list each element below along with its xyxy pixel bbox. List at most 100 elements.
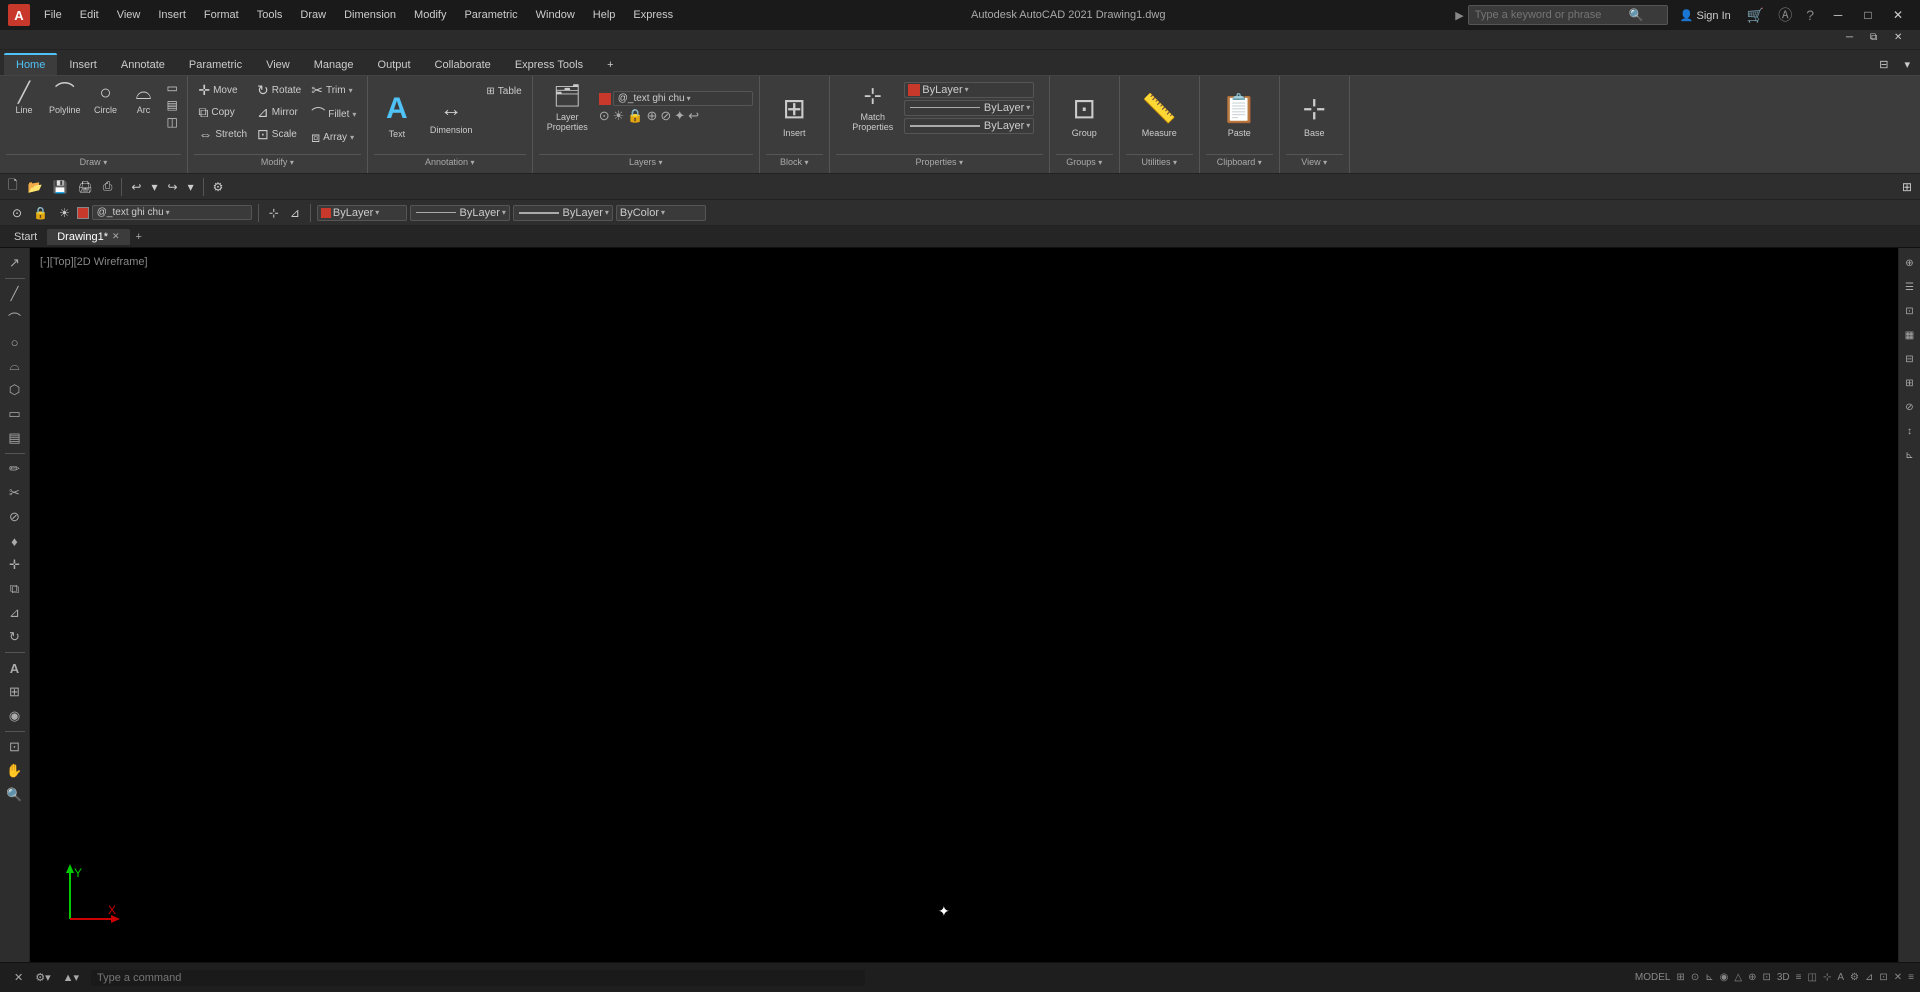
lt-circle[interactable]: ○ (4, 331, 26, 353)
lt-xref[interactable]: ◉ (4, 705, 26, 727)
layer-tools-btn2[interactable]: 🔒 (29, 204, 52, 222)
command-settings-btn[interactable]: ⚙▾ (31, 969, 54, 986)
command-expand-btn[interactable]: ▲▾ (59, 969, 83, 986)
layer-walk-btn[interactable]: ⊿ (286, 204, 304, 222)
search-input[interactable] (1475, 9, 1625, 21)
rt-btn2[interactable]: ☰ (1899, 276, 1920, 298)
layer-btn3[interactable]: 🔒 (627, 108, 643, 124)
lt-extend[interactable]: ⊘ (4, 506, 26, 528)
measure-button[interactable]: 📏 Measure (1134, 80, 1185, 150)
rt-btn9[interactable]: ⊾ (1899, 444, 1920, 466)
status-annotation[interactable]: A (1837, 972, 1844, 983)
lt-arc[interactable]: ⌓ (4, 355, 26, 377)
rotate-button[interactable]: ↻ Rotate (253, 80, 305, 101)
tab-express-tools[interactable]: Express Tools (503, 55, 595, 75)
command-input[interactable] (91, 970, 865, 986)
base-button[interactable]: ⊹ Base (1291, 80, 1337, 150)
inner-minimize[interactable]: ─ (1846, 32, 1868, 48)
block-group-label[interactable]: Block ▾ (766, 154, 823, 169)
line-button[interactable]: ╱ Line (6, 80, 42, 118)
tab-drawing1-close[interactable]: ✕ (112, 231, 120, 242)
canvas-area[interactable]: [-][Top][2D Wireframe] Y X ✦ (30, 248, 1898, 962)
menu-format[interactable]: Format (196, 7, 247, 23)
menu-window[interactable]: Window (528, 7, 583, 23)
arc-button[interactable]: ⌓ Arc (126, 80, 162, 118)
scale-button[interactable]: ⊡ Scale (253, 124, 305, 145)
properties-group-label[interactable]: Properties ▾ (836, 154, 1043, 169)
save-btn[interactable]: 💾 (49, 178, 72, 196)
linetype-dropdown[interactable]: ByLayer ▾ (904, 100, 1034, 116)
status-snap[interactable]: ⊙ (1691, 972, 1699, 983)
gradient-button[interactable]: ◫ (164, 114, 181, 130)
mirror-button[interactable]: ⊿ Mirror (253, 102, 305, 123)
menu-tools[interactable]: Tools (249, 7, 291, 23)
paste-button[interactable]: 📋 Paste (1214, 80, 1265, 150)
lt-hatch[interactable]: ▤ (4, 427, 26, 449)
redo-dropdown-btn[interactable]: ▾ (184, 178, 198, 196)
status-customize[interactable]: ≡ (1908, 972, 1914, 983)
rectangle-button[interactable]: ▭ (164, 80, 181, 96)
status-lineweight[interactable]: ≡ (1796, 972, 1802, 983)
status-3d[interactable]: 3D (1777, 972, 1790, 983)
lineweight-dropdown2[interactable]: ByLayer ▾ (513, 205, 613, 221)
rt-btn4[interactable]: ▦ (1899, 324, 1920, 346)
lt-erase[interactable]: ✏ (4, 458, 26, 480)
undo-dropdown-btn[interactable]: ▾ (147, 178, 161, 196)
status-polar[interactable]: ◉ (1720, 972, 1729, 983)
menu-edit[interactable]: Edit (72, 7, 107, 23)
status-ducs[interactable]: ⊡ (1762, 972, 1770, 983)
tab-start[interactable]: Start (4, 229, 47, 245)
annotation-group-label[interactable]: Annotation ▾ (374, 154, 526, 169)
lt-trim[interactable]: ✂ (4, 482, 26, 504)
menu-insert[interactable]: Insert (150, 7, 194, 23)
lt-polygon[interactable]: ⬡ (4, 379, 26, 401)
layer-btn6[interactable]: ✦ (674, 108, 685, 124)
menu-parametric[interactable]: Parametric (456, 7, 525, 23)
inner-close[interactable]: ✕ (1894, 32, 1916, 48)
modify-group-label[interactable]: Modify ▾ (194, 154, 361, 169)
layer-tools-btn1[interactable]: ⊙ (8, 204, 26, 222)
tab-view[interactable]: View (254, 55, 302, 75)
array-button[interactable]: ⧈ Array ▾ (307, 127, 360, 148)
layer-btn5[interactable]: ⊘ (660, 108, 671, 124)
groups-group-label[interactable]: Groups ▾ (1056, 154, 1113, 169)
ribbon-collapse-btn[interactable]: ⊟ (1873, 56, 1894, 73)
lt-insert-block[interactable]: ⊞ (4, 681, 26, 703)
ribbon-expand-btn[interactable]: ▾ (1898, 56, 1916, 73)
status-transparency[interactable]: ◫ (1808, 972, 1817, 983)
layer-tools-btn3[interactable]: ☀ (55, 204, 74, 222)
status-selection[interactable]: ⊹ (1823, 972, 1831, 983)
rt-btn1[interactable]: ⊕ (1899, 252, 1920, 274)
tab-drawing1[interactable]: Drawing1* ✕ (47, 229, 129, 245)
lt-view-cube[interactable]: ⊡ (4, 736, 26, 758)
trim-button[interactable]: ✂ Trim ▾ (307, 80, 360, 101)
status-clean-screen[interactable]: ✕ (1894, 972, 1902, 983)
customize-btn[interactable]: ⊞ (1898, 178, 1916, 196)
layer-properties-button[interactable]: 🗂 LayerProperties (539, 80, 596, 135)
utilities-group-label[interactable]: Utilities ▾ (1126, 154, 1193, 169)
print-btn[interactable]: 🖨 (74, 178, 97, 196)
status-ortho[interactable]: ⊾ (1705, 972, 1713, 983)
open-file-btn[interactable]: 📂 (24, 178, 47, 196)
color-dropdown[interactable]: ByLayer ▾ (904, 82, 1034, 98)
rt-btn7[interactable]: ⊘ (1899, 396, 1920, 418)
menu-help[interactable]: Help (585, 7, 624, 23)
layer-match-btn[interactable]: ⊹ (265, 204, 283, 222)
draw-group-label[interactable]: Draw ▾ (6, 154, 181, 169)
layer-btn7[interactable]: ↩ (688, 108, 699, 124)
menu-view[interactable]: View (109, 7, 149, 23)
tab-manage[interactable]: Manage (302, 55, 366, 75)
status-grid[interactable]: ⊞ (1676, 972, 1684, 983)
clipboard-group-label[interactable]: Clipboard ▾ (1206, 154, 1273, 169)
command-close-btn[interactable]: ✕ (10, 969, 27, 986)
cart-icon[interactable]: 🛒 (1743, 7, 1768, 24)
menu-file[interactable]: File (36, 7, 70, 23)
inner-restore[interactable]: ⧉ (1870, 32, 1892, 48)
layer-btn2[interactable]: ☀ (613, 108, 625, 124)
rt-btn6[interactable]: ⊞ (1899, 372, 1920, 394)
hatch-button[interactable]: ▤ (164, 97, 181, 113)
search-box[interactable]: 🔍 (1468, 5, 1668, 25)
lt-offset[interactable]: ♦ (4, 530, 26, 552)
menu-modify[interactable]: Modify (406, 7, 454, 23)
lt-line[interactable]: ╱ (4, 283, 26, 305)
